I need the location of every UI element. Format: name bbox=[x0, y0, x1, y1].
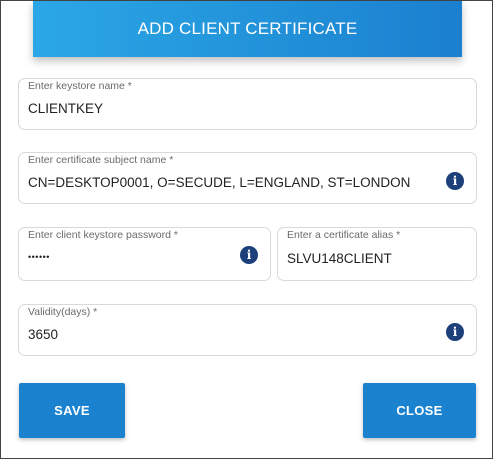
subject-name-label: Enter certificate subject name * bbox=[28, 154, 174, 166]
keystore-name-field[interactable]: Enter keystore name * CLIENTKEY bbox=[18, 78, 477, 130]
validity-label: Validity(days) * bbox=[28, 306, 98, 318]
keystore-password-label: Enter client keystore password * bbox=[28, 229, 178, 241]
info-icon[interactable]: i bbox=[446, 323, 464, 341]
keystore-name-input[interactable]: CLIENTKEY bbox=[28, 101, 103, 116]
validity-field[interactable]: Validity(days) * 3650 i bbox=[18, 304, 477, 356]
save-button-label: SAVE bbox=[54, 403, 90, 418]
certificate-alias-field[interactable]: Enter a certificate alias * SLVU148CLIEN… bbox=[277, 227, 477, 281]
subject-name-field[interactable]: Enter certificate subject name * CN=DESK… bbox=[18, 152, 477, 204]
validity-input[interactable]: 3650 bbox=[28, 327, 58, 342]
keystore-name-label: Enter keystore name * bbox=[28, 80, 132, 92]
info-icon[interactable]: i bbox=[446, 172, 464, 190]
dialog: ADD CLIENT CERTIFICATE Enter keystore na… bbox=[0, 0, 493, 459]
subject-name-input[interactable]: CN=DESKTOP0001, O=SECUDE, L=ENGLAND, ST=… bbox=[28, 175, 410, 190]
certificate-alias-label: Enter a certificate alias * bbox=[287, 229, 401, 241]
dialog-title: ADD CLIENT CERTIFICATE bbox=[137, 19, 358, 38]
dialog-title-banner: ADD CLIENT CERTIFICATE bbox=[33, 1, 462, 57]
keystore-password-field[interactable]: Enter client keystore password * •••••• … bbox=[18, 227, 271, 281]
info-icon[interactable]: i bbox=[240, 246, 258, 264]
save-button[interactable]: SAVE bbox=[19, 383, 125, 438]
keystore-password-input[interactable]: •••••• bbox=[28, 252, 50, 262]
certificate-alias-input[interactable]: SLVU148CLIENT bbox=[287, 251, 392, 266]
close-button[interactable]: CLOSE bbox=[363, 383, 476, 438]
close-button-label: CLOSE bbox=[396, 403, 443, 418]
